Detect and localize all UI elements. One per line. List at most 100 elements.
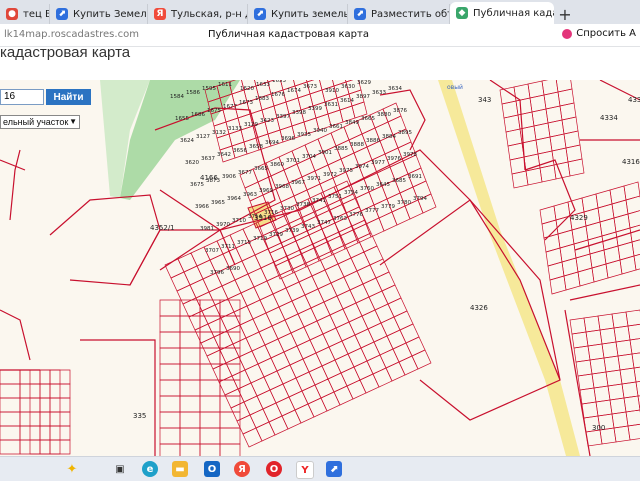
parcel[interactable] [362, 277, 383, 298]
parcel[interactable] [199, 315, 221, 333]
parcel[interactable] [241, 254, 262, 275]
parcel[interactable] [335, 321, 356, 342]
parcel[interactable] [635, 380, 640, 397]
parcel[interactable] [593, 385, 611, 403]
parcel[interactable] [291, 294, 312, 315]
parcel[interactable] [321, 359, 342, 380]
parcel[interactable] [189, 278, 210, 299]
parcel[interactable] [591, 371, 609, 389]
parcel[interactable] [284, 313, 305, 334]
parcel[interactable] [579, 387, 597, 405]
parcel[interactable] [212, 362, 233, 383]
parcel[interactable] [208, 285, 229, 306]
parcel[interactable] [369, 258, 390, 279]
parcel[interactable] [613, 325, 631, 343]
parcel[interactable] [246, 299, 267, 320]
tab-listing-2[interactable]: ⬈ Купить земельный [248, 4, 348, 24]
parcel[interactable] [275, 396, 296, 417]
parcel[interactable] [573, 345, 591, 363]
parcel[interactable] [239, 318, 260, 339]
parcel[interactable] [218, 375, 239, 396]
parcel[interactable] [611, 311, 629, 329]
parcel[interactable] [207, 317, 228, 338]
outlook-icon[interactable]: O [204, 461, 220, 477]
parcel[interactable] [378, 211, 398, 232]
parcel[interactable] [633, 252, 640, 271]
parcel[interactable] [581, 401, 599, 419]
parcel[interactable] [220, 311, 241, 332]
parcel[interactable] [340, 366, 361, 387]
parcel[interactable] [258, 325, 279, 346]
parcel[interactable] [617, 353, 635, 371]
parcel[interactable] [373, 335, 394, 356]
parcel[interactable] [281, 409, 302, 430]
parcel[interactable] [199, 443, 221, 456]
parcel[interactable] [405, 336, 426, 357]
parcel[interactable] [245, 331, 266, 352]
parcel[interactable] [256, 389, 277, 410]
parcel[interactable] [271, 319, 292, 340]
parcel[interactable] [629, 338, 640, 355]
parcel[interactable] [349, 283, 370, 304]
parcel[interactable] [269, 383, 290, 404]
parcel[interactable] [234, 273, 255, 294]
parcel[interactable] [399, 323, 420, 344]
parcel[interactable] [567, 158, 585, 177]
parcel[interactable] [603, 245, 621, 265]
parcel[interactable] [605, 259, 623, 279]
parcel[interactable] [226, 324, 247, 345]
parcel[interactable] [359, 373, 380, 394]
parcel[interactable] [583, 315, 601, 333]
parcel[interactable] [302, 352, 323, 373]
parcel[interactable] [329, 308, 350, 329]
parcel[interactable] [545, 247, 563, 267]
parcel[interactable] [251, 344, 272, 365]
parcel[interactable] [366, 354, 387, 375]
parcel[interactable] [587, 343, 605, 361]
parcel[interactable] [301, 384, 322, 405]
parcel[interactable] [356, 264, 377, 285]
parcel[interactable] [219, 343, 240, 364]
cadastral-map[interactable]: 1584158615951611162016331653166516671654… [0, 80, 640, 456]
parcel[interactable] [589, 249, 607, 269]
parcel[interactable] [230, 401, 251, 422]
parcel[interactable] [0, 383, 21, 399]
parcel[interactable] [304, 288, 325, 309]
parcel[interactable] [617, 241, 635, 261]
parcel[interactable] [627, 423, 640, 441]
parcel[interactable] [298, 275, 319, 296]
parcel[interactable] [159, 379, 181, 397]
yandex-icon[interactable]: Я [234, 461, 250, 477]
parcel[interactable] [342, 302, 363, 323]
parcel[interactable] [277, 332, 298, 353]
parcel[interactable] [597, 313, 615, 331]
parcel[interactable] [563, 271, 581, 291]
parcel[interactable] [595, 399, 613, 417]
parcel[interactable] [259, 293, 280, 314]
parcel[interactable] [159, 347, 181, 365]
parcel[interactable] [227, 292, 248, 313]
parcel[interactable] [585, 221, 603, 241]
parcel[interactable] [179, 363, 201, 381]
parcel[interactable] [599, 217, 617, 237]
parcel[interactable] [219, 411, 241, 429]
parcel[interactable] [569, 317, 587, 335]
parcel[interactable] [213, 330, 234, 351]
parcel[interactable] [323, 295, 344, 316]
parcel[interactable] [237, 382, 258, 403]
parcel[interactable] [199, 411, 221, 429]
parcel[interactable] [270, 351, 291, 372]
parcel[interactable] [243, 395, 264, 416]
parcel[interactable] [303, 320, 324, 341]
parcel[interactable] [355, 296, 376, 317]
parcel[interactable] [347, 347, 368, 368]
parcel[interactable] [307, 397, 328, 418]
parcel[interactable] [194, 323, 215, 344]
parcel[interactable] [581, 193, 599, 213]
tab-listing-1[interactable]: ⬈ Купить Земельный [50, 4, 148, 24]
parcel[interactable] [164, 258, 185, 279]
parcel[interactable] [159, 395, 181, 413]
parcel[interactable] [296, 339, 317, 360]
parcel[interactable] [609, 397, 627, 415]
parcel[interactable] [381, 284, 402, 305]
